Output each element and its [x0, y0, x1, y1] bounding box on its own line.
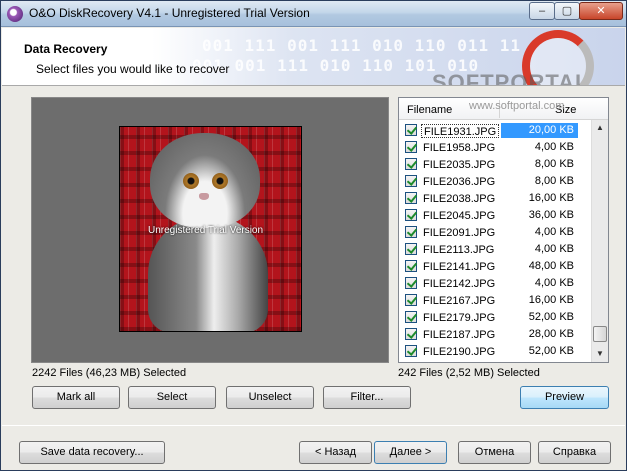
file-name: FILE2190.JPG	[423, 346, 496, 358]
file-row[interactable]: FILE2091.JPG 4,00 KB	[399, 224, 591, 241]
file-row[interactable]: FILE2141.JPG 48,00 KB	[399, 258, 591, 275]
image-preview-pane: Unregistered Trial Version	[31, 97, 389, 363]
file-name: FILE2141.JPG	[423, 261, 496, 273]
file-size: 4,00 KB	[534, 141, 574, 153]
next-button[interactable]: Далее >	[374, 441, 447, 464]
scroll-thumb[interactable]	[593, 326, 607, 342]
page-title: Data Recovery	[24, 42, 108, 56]
minimize-button[interactable]: –	[529, 2, 555, 20]
file-row[interactable]: FILE2142.JPG 4,00 KB	[399, 275, 591, 292]
file-size: 52,00 KB	[528, 345, 574, 357]
file-name: FILE2038.JPG	[423, 193, 496, 205]
file-row[interactable]: FILE2045.JPG 36,00 KB	[399, 207, 591, 224]
maximize-button[interactable]: ▢	[554, 2, 580, 20]
watermark-url: www.softportal.com	[469, 100, 565, 112]
file-checkbox[interactable]	[405, 243, 417, 255]
file-row[interactable]: FILE2113.JPG 4,00 KB	[399, 241, 591, 258]
file-size: 36,00 KB	[528, 209, 574, 221]
file-row[interactable]: FILE2179.JPG 52,00 KB	[399, 309, 591, 326]
preview-image: Unregistered Trial Version	[119, 126, 302, 332]
file-name: FILE2167.JPG	[423, 295, 496, 307]
scroll-up-icon[interactable]: ▲	[592, 120, 608, 136]
mark-all-button[interactable]: Mark all	[32, 386, 120, 409]
cat-head	[150, 133, 260, 228]
file-size: 52,00 KB	[528, 311, 574, 323]
file-name: FILE1958.JPG	[423, 142, 496, 154]
file-row[interactable]: FILE2036.JPG 8,00 KB	[399, 173, 591, 190]
file-checkbox[interactable]	[405, 175, 417, 187]
app-window: O&O DiskRecovery V4.1 - Unregistered Tri…	[0, 0, 627, 471]
file-row[interactable]: FILE2167.JPG 16,00 KB	[399, 292, 591, 309]
vertical-scrollbar[interactable]: ▲ ▼	[591, 120, 608, 362]
file-name: FILE2142.JPG	[423, 278, 496, 290]
selected-files-status: 242 Files (2,52 MB) Selected	[398, 367, 540, 379]
file-checkbox[interactable]	[405, 328, 417, 340]
file-size: 48,00 KB	[528, 260, 574, 272]
file-size: 8,00 KB	[534, 158, 574, 170]
file-size: 16,00 KB	[528, 192, 574, 204]
save-recovery-button[interactable]: Save data recovery...	[19, 441, 165, 464]
file-checkbox[interactable]	[405, 260, 417, 272]
cat-nose	[199, 193, 209, 200]
file-size: 16,00 KB	[528, 294, 574, 306]
preview-button[interactable]: Preview	[520, 386, 609, 409]
filter-button[interactable]: Filter...	[323, 386, 411, 409]
file-size: 4,00 KB	[534, 243, 574, 255]
file-row[interactable]: FILE1958.JPG 4,00 KB	[399, 139, 591, 156]
close-button[interactable]: ✕	[579, 2, 623, 20]
file-name: FILE1931.JPG	[421, 124, 500, 138]
column-filename[interactable]: Filename	[407, 104, 452, 116]
file-checkbox[interactable]	[405, 226, 417, 238]
cat-eye	[212, 173, 228, 189]
file-size: 28,00 KB	[528, 328, 574, 340]
scroll-down-icon[interactable]: ▼	[592, 346, 608, 362]
select-button[interactable]: Select	[128, 386, 216, 409]
file-checkbox[interactable]	[405, 158, 417, 170]
file-name: FILE2091.JPG	[423, 227, 496, 239]
wizard-header: 001 111 001 111 010 110 011 11 001 001 1…	[2, 28, 625, 86]
file-checkbox[interactable]	[405, 141, 417, 153]
app-icon	[7, 6, 23, 22]
file-name: FILE2187.JPG	[423, 329, 496, 341]
window-title: O&O DiskRecovery V4.1 - Unregistered Tri…	[29, 6, 310, 20]
total-files-status: 2242 Files (46,23 MB) Selected	[32, 367, 187, 379]
back-button[interactable]: < Назад	[299, 441, 372, 464]
file-size: 4,00 KB	[534, 226, 574, 238]
file-row[interactable]: FILE2190.JPG 52,00 KB	[399, 343, 591, 360]
file-checkbox[interactable]	[405, 294, 417, 306]
file-name: FILE2045.JPG	[423, 210, 496, 222]
file-checkbox[interactable]	[405, 209, 417, 221]
file-size: 4,00 KB	[534, 277, 574, 289]
file-row[interactable]: FILE2035.JPG 8,00 KB	[399, 156, 591, 173]
file-name: FILE2035.JPG	[423, 159, 496, 171]
softportal-watermark: SOFTPORTAL	[432, 70, 590, 86]
file-checkbox[interactable]	[405, 277, 417, 289]
title-bar[interactable]: O&O DiskRecovery V4.1 - Unregistered Tri…	[1, 1, 626, 27]
page-subtitle: Select files you would like to recover	[36, 62, 230, 76]
file-name: FILE2179.JPG	[423, 312, 496, 324]
binary-decoration: 001 111 001 111 010 110 011 11	[202, 36, 521, 55]
file-size: 20,00 KB	[501, 123, 578, 138]
file-rows: FILE1931.JPG 20,00 KB FILE1958.JPG 4,00 KB F…	[399, 122, 591, 360]
file-list[interactable]: Filename Size www.softportal.com FILE193…	[398, 97, 609, 363]
file-size: 8,00 KB	[534, 175, 574, 187]
file-row[interactable]: FILE2187.JPG 28,00 KB	[399, 326, 591, 343]
unselect-button[interactable]: Unselect	[226, 386, 314, 409]
help-button[interactable]: Справка	[538, 441, 611, 464]
file-checkbox[interactable]	[405, 311, 417, 323]
file-checkbox[interactable]	[405, 192, 417, 204]
file-row[interactable]: FILE2038.JPG 16,00 KB	[399, 190, 591, 207]
file-row[interactable]: FILE1931.JPG 20,00 KB	[399, 122, 591, 139]
trial-watermark: Unregistered Trial Version	[148, 225, 264, 236]
file-name: FILE2036.JPG	[423, 176, 496, 188]
footer-separator	[2, 425, 625, 426]
file-checkbox[interactable]	[405, 345, 417, 357]
file-name: FILE2113.JPG	[423, 244, 495, 256]
file-checkbox[interactable]	[405, 124, 417, 136]
cancel-button[interactable]: Отмена	[458, 441, 531, 464]
cat-eye	[183, 173, 199, 189]
